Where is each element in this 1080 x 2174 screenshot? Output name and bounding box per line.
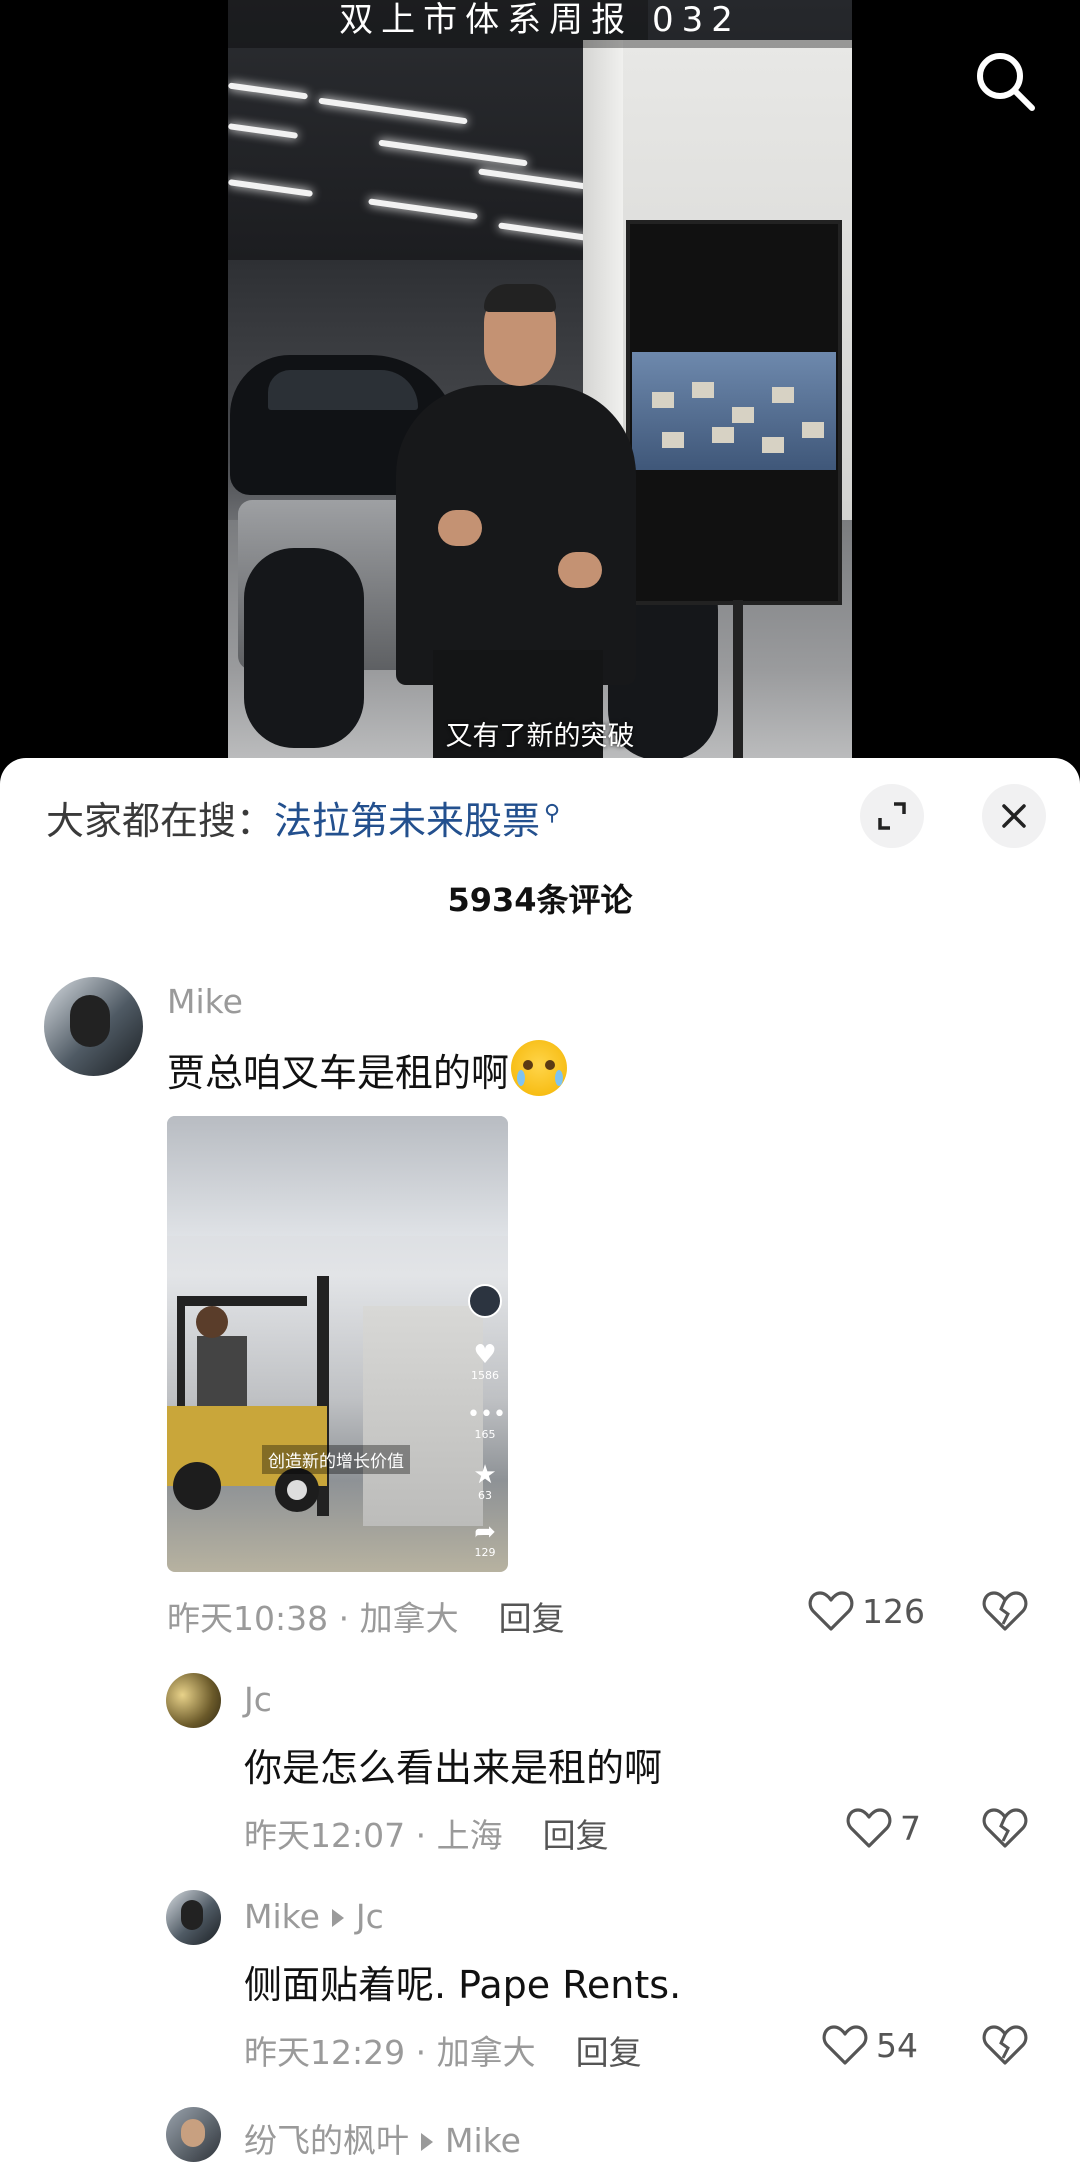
image-share: ➦ 129 bbox=[467, 1518, 503, 1559]
avatar-figure bbox=[181, 1900, 203, 1930]
heart-icon bbox=[822, 2025, 868, 2065]
comment-count: 5934条评论 bbox=[447, 881, 633, 919]
heart-icon bbox=[808, 1591, 854, 1631]
like-count: 126 bbox=[862, 1591, 925, 1631]
reply-button[interactable]: 回复 bbox=[576, 2033, 642, 2072]
reply-meta: 昨天12:07 · 上海 回复 bbox=[244, 1809, 609, 1857]
speaker-body bbox=[396, 385, 636, 685]
image-like-count: 1586 bbox=[471, 1369, 499, 1382]
video-player[interactable]: 双上市体系周报 032 又有了新的突破 bbox=[228, 0, 852, 770]
dislike-button[interactable] bbox=[982, 2024, 1028, 2070]
reply-username[interactable]: Mike Jc bbox=[244, 1897, 384, 1936]
reply-button[interactable]: 回复 bbox=[499, 1599, 565, 1638]
trending-search-prefix: 大家都在搜： bbox=[46, 799, 275, 843]
reply-time-location: 昨天12:29 · 加拿大 bbox=[244, 2033, 536, 2072]
image-pallet bbox=[363, 1306, 483, 1526]
heart-icon bbox=[846, 1808, 892, 1848]
broken-heart-icon bbox=[982, 1808, 1028, 1848]
reply-to-arrow-icon bbox=[331, 1908, 344, 1927]
avatar[interactable] bbox=[44, 977, 143, 1076]
search-icon bbox=[977, 53, 1035, 111]
reply-author: Jc bbox=[244, 1680, 272, 1719]
image-fav-count: 63 bbox=[478, 1489, 492, 1502]
avatar[interactable] bbox=[166, 1890, 221, 1945]
avatar[interactable] bbox=[166, 2107, 221, 2162]
forklift-graphic bbox=[167, 1276, 329, 1516]
reply-username[interactable]: 纷飞的枫叶 Mike bbox=[244, 2114, 521, 2162]
comment-image[interactable]: 创造新的增长价值 ♥ 1586 ••• 165 ★ 63 ➦ 129 bbox=[167, 1116, 508, 1572]
image-comment: ••• 165 bbox=[467, 1402, 506, 1441]
reply-target: Jc bbox=[355, 1897, 384, 1936]
close-button[interactable] bbox=[982, 784, 1046, 848]
comment-text: 贾总咱叉车是租的啊 bbox=[167, 1040, 568, 1097]
like-button[interactable]: 7 bbox=[846, 1807, 921, 1849]
search-button[interactable] bbox=[970, 46, 1040, 116]
reply-author: 纷飞的枫叶 bbox=[244, 2121, 409, 2160]
car-window bbox=[268, 370, 418, 410]
reply-username[interactable]: Jc bbox=[244, 1680, 272, 1719]
speaker-hand bbox=[558, 552, 602, 588]
reply-meta: 昨天12:29 · 加拿大 回复 bbox=[244, 2026, 642, 2074]
reply-text: 你是怎么看出来是租的啊 bbox=[244, 1746, 663, 1790]
app-root: 双上市体系周报 032 又有了新的突破 大家都在搜：法拉第未来股票 ⚲ 5934条… bbox=[0, 0, 1080, 2174]
reply-target: Mike bbox=[445, 2121, 521, 2160]
image-share-count: 129 bbox=[474, 1546, 496, 1559]
expand-icon bbox=[878, 802, 906, 830]
trending-search[interactable]: 大家都在搜：法拉第未来股票 ⚲ bbox=[46, 790, 560, 845]
crying-emoji-icon bbox=[511, 1040, 568, 1096]
image-like: ♥ 1586 bbox=[467, 1341, 503, 1382]
comment-time-location: 昨天10:38 · 加拿大 bbox=[167, 1599, 459, 1638]
like-count: 54 bbox=[876, 2025, 918, 2065]
broken-heart-icon bbox=[982, 2025, 1028, 2065]
reply-button[interactable]: 回复 bbox=[543, 1816, 609, 1855]
video-top-title: 双上市体系周报 032 bbox=[228, 0, 852, 48]
comment-meta: 昨天10:38 · 加拿大 回复 bbox=[167, 1592, 565, 1640]
broken-heart-icon bbox=[982, 1591, 1028, 1631]
image-comment-count: 165 bbox=[474, 1428, 496, 1441]
avatar-figure bbox=[70, 995, 110, 1047]
comment-username[interactable]: Mike bbox=[167, 982, 243, 1021]
monitor-screen bbox=[632, 352, 836, 470]
dislike-button[interactable] bbox=[982, 1807, 1028, 1853]
speaker-hand bbox=[438, 510, 482, 546]
speaker-hair bbox=[484, 284, 556, 312]
close-icon bbox=[1002, 804, 1026, 828]
reply-time-location: 昨天12:07 · 上海 bbox=[244, 1816, 503, 1855]
video-subtitle: 又有了新的突破 bbox=[445, 721, 635, 752]
like-count: 7 bbox=[900, 1808, 921, 1848]
avatar[interactable] bbox=[166, 1673, 221, 1728]
image-fav: ★ 63 bbox=[467, 1461, 503, 1502]
expand-button[interactable] bbox=[860, 784, 924, 848]
image-avatar bbox=[467, 1284, 503, 1318]
like-button[interactable]: 54 bbox=[822, 2024, 918, 2066]
avatar-figure bbox=[181, 2119, 205, 2147]
reply-text: 侧面贴着呢. Pape Rents. bbox=[244, 1963, 682, 2007]
small-search-icon: ⚲ bbox=[544, 801, 561, 826]
reply-author: Mike bbox=[244, 1897, 320, 1936]
like-button[interactable]: 126 bbox=[808, 1590, 925, 1632]
image-ceiling bbox=[167, 1116, 508, 1236]
trending-search-keyword[interactable]: 法拉第未来股票 bbox=[274, 799, 540, 843]
dislike-button[interactable] bbox=[982, 1590, 1028, 1636]
comment-text-content: 贾总咱叉车是租的啊 bbox=[167, 1051, 510, 1095]
reply-to-arrow-icon bbox=[421, 2132, 433, 2151]
image-caption: 创造新的增长价值 bbox=[262, 1445, 410, 1474]
